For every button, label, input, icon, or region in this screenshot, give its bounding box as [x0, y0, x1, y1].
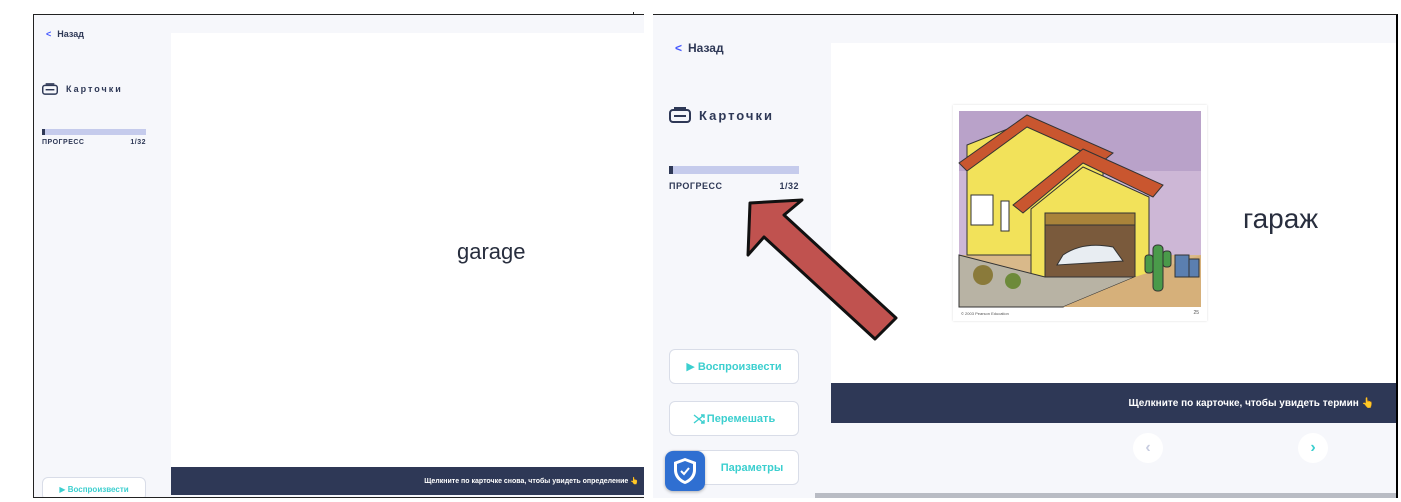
progress-fill [42, 129, 45, 135]
options-label: Параметры [720, 461, 784, 474]
progress-label: ПРОГРЕСС [669, 181, 723, 191]
progress-count: 1/32 [779, 181, 799, 191]
card-hint-bar: Щелкните по карточке снова, чтобы увидет… [171, 467, 644, 495]
progress-bar [669, 166, 799, 174]
shield-check-icon [674, 458, 696, 484]
shuffle-button[interactable]: Перемешать [669, 401, 799, 436]
next-card-button[interactable]: › [1298, 433, 1328, 463]
progress-bar [42, 129, 146, 135]
mode-title: Карточки [42, 83, 123, 95]
garage-illustration [958, 111, 1201, 308]
progress-fill [669, 166, 673, 174]
progress-label: ПРОГРЕСС [42, 139, 85, 146]
image-page-number: 25 [1193, 310, 1199, 316]
card-hint: Щелкните по карточке снова, чтобы увидет… [424, 478, 639, 485]
prev-card-button[interactable]: ‹ [1133, 433, 1163, 463]
shuffle-label: Перемешать [706, 412, 776, 425]
back-label: Назад [57, 29, 84, 39]
bottom-strip [815, 493, 1396, 498]
chevron-left-icon: ‹ [1145, 439, 1151, 456]
cards-icon [669, 107, 691, 123]
back-label: Назад [688, 41, 724, 55]
mode-title: Карточки [669, 107, 774, 123]
back-link[interactable]: < Назад [675, 41, 724, 55]
card-image: © 2003 Pearson Education 25 [953, 105, 1207, 321]
flashcard[interactable]: garage [171, 33, 644, 467]
frame-edge [34, 497, 644, 498]
card-term: гараж [1243, 203, 1319, 234]
shuffle-icon [693, 413, 705, 424]
right-screenshot: < Назад Карточки ПРОГРЕСС 1/32 ▶ Воспрои… [653, 14, 1398, 498]
chevron-right-icon: › [1310, 439, 1316, 456]
mode-title-label: Карточки [699, 107, 774, 123]
play-button[interactable]: ▶ Воспроизвести [669, 349, 799, 384]
card-hint-bar: Щелкните по карточке, чтобы увидеть терм… [831, 383, 1396, 423]
image-credit: © 2003 Pearson Education [961, 311, 1009, 316]
shield-badge[interactable] [665, 451, 705, 491]
left-screenshot: < Назад Карточки ПРОГРЕСС 1/32 ▶ Воспрои… [33, 14, 644, 498]
mode-title-label: Карточки [66, 84, 123, 94]
progress-count: 1/32 [130, 139, 146, 146]
back-link[interactable]: < Назад [46, 29, 84, 39]
cards-icon [42, 83, 58, 95]
card-term: garage [457, 239, 526, 264]
chevron-left-icon: < [46, 29, 52, 39]
card-hint: Щелкните по карточке, чтобы увидеть терм… [1128, 397, 1374, 409]
sidebar: < Назад Карточки ПРОГРЕСС 1/32 ▶ Воспрои… [34, 15, 154, 498]
chevron-left-icon: < [675, 41, 683, 55]
play-button[interactable]: ▶ Воспроизвести [42, 477, 146, 498]
progress-row: ПРОГРЕСС 1/32 [669, 181, 799, 191]
sidebar: < Назад Карточки ПРОГРЕСС 1/32 ▶ Воспрои… [653, 15, 815, 498]
progress-row: ПРОГРЕСС 1/32 [42, 139, 146, 146]
flashcard[interactable]: © 2003 Pearson Education 25 гараж [831, 43, 1396, 383]
